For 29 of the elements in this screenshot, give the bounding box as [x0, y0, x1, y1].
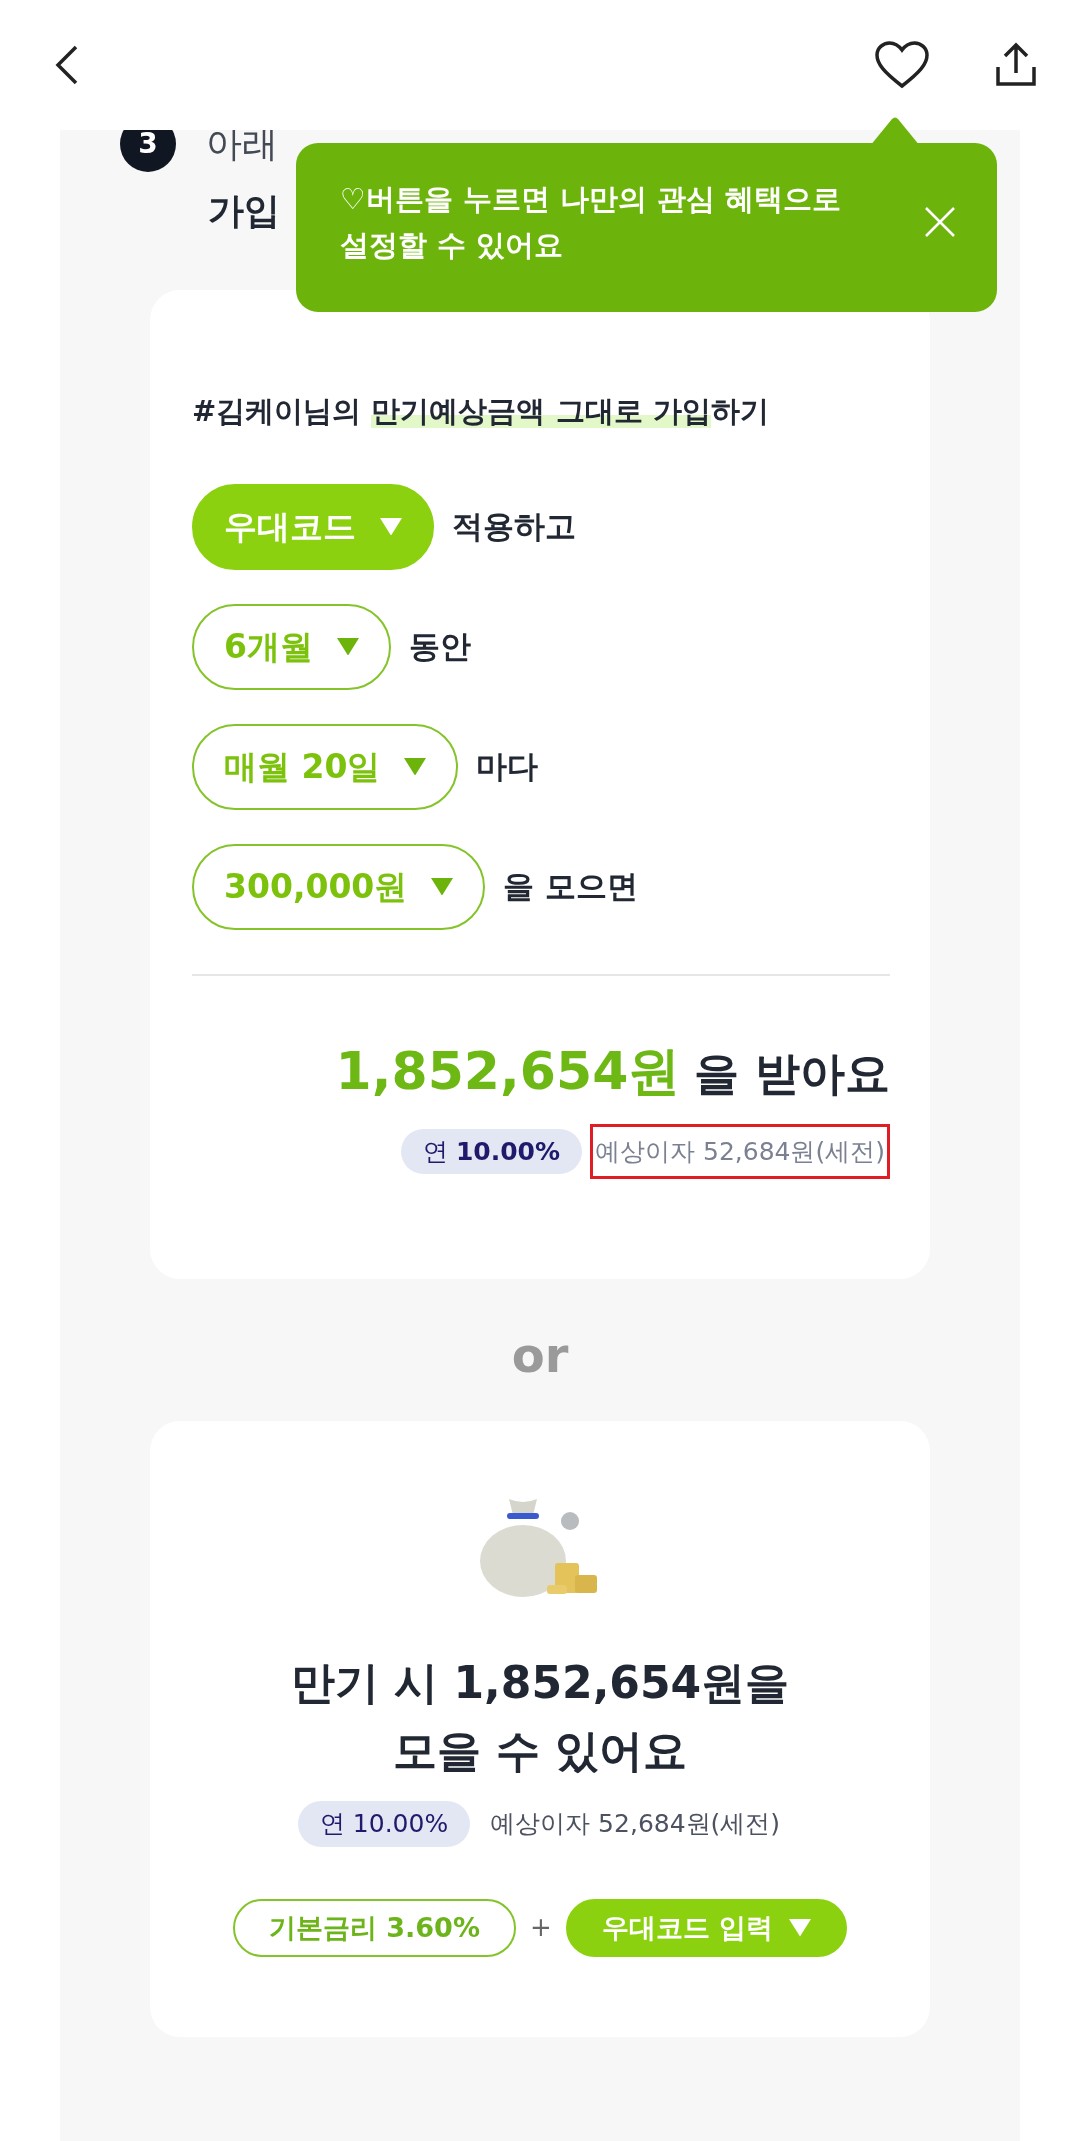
option-suffix: 동안: [408, 627, 471, 667]
amount-suffix: 을 받아요: [694, 1045, 890, 1102]
interest-text: 예상이자 52,684원(세전): [590, 1123, 890, 1179]
option-dropdown[interactable]: 매월 20일: [192, 723, 459, 810]
tooltip-text: ♡버튼을 누르면 나만의 관심 혜택으로 설정할 수 있어요: [340, 181, 843, 265]
maturity-amount: 1,852,654원: [335, 1039, 681, 1103]
heart-button[interactable]: [874, 40, 930, 90]
option-suffix: 을 모으면: [503, 867, 639, 907]
caret-icon: [404, 757, 427, 776]
caret-icon: [380, 517, 402, 536]
rate-badge: 연 10.00%: [297, 1801, 471, 1847]
option-dropdown[interactable]: 6개월: [192, 603, 391, 690]
step-text: 가입: [208, 189, 280, 233]
close-button[interactable]: [923, 205, 957, 239]
rate-chip[interactable]: 우대코드 입력: [565, 1898, 848, 1957]
rate-badge: 연 10.00%: [400, 1128, 583, 1174]
caret-icon: [336, 637, 359, 656]
caret-icon: [789, 1919, 812, 1937]
step-number: 3: [120, 130, 176, 172]
rate-chip[interactable]: 기본금리 3.60%: [232, 1898, 516, 1957]
option-dropdown[interactable]: 우대코드: [192, 483, 434, 570]
option-dropdown[interactable]: 300,000원: [192, 843, 486, 930]
summary-title: 만기 시 1,852,654원을 모을 수 있어요: [289, 1656, 791, 1779]
caret-icon: [431, 877, 454, 896]
option-suffix: 마다: [476, 747, 539, 787]
plus-sign: +: [529, 1911, 552, 1945]
or-separator: or: [510, 1326, 570, 1385]
interest-text: 예상이자 52,684원(세전): [489, 1808, 782, 1841]
option-suffix: 적용하고: [452, 507, 576, 547]
